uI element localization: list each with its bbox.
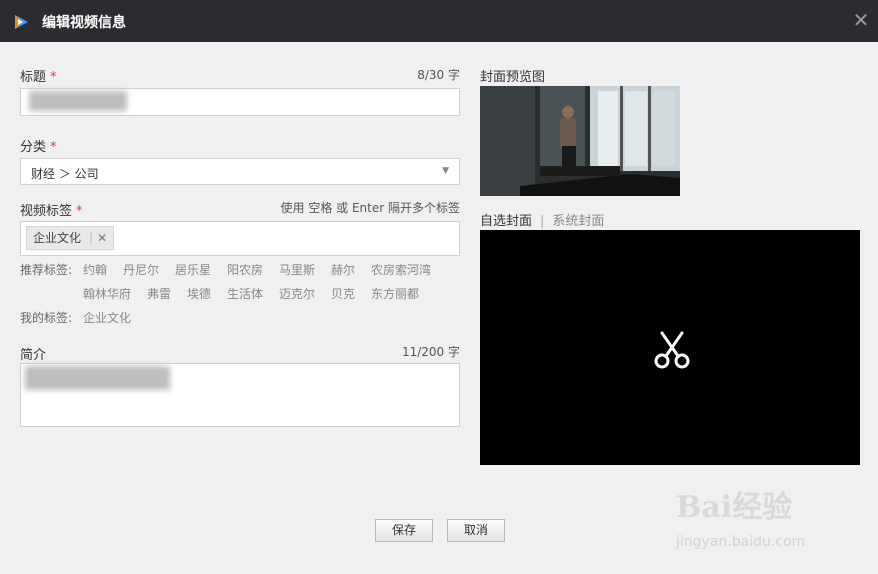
- recommended-tag[interactable]: 居乐星: [175, 261, 211, 278]
- title-bar: 编辑视频信息 ✕: [0, 0, 878, 42]
- recommended-tag[interactable]: 约翰: [83, 261, 107, 278]
- required-mark: *: [50, 140, 57, 155]
- recommended-tag[interactable]: 马里斯: [279, 261, 315, 278]
- tab-custom-cover[interactable]: 自选封面: [480, 214, 532, 229]
- title-char-count: 8/30 字: [417, 68, 460, 82]
- intro-char-count: 11/200 字: [401, 345, 460, 359]
- recommended-tag[interactable]: 农房索河湾: [371, 261, 431, 278]
- tab-separator: |: [540, 214, 545, 229]
- tags-hint: 使用 空格 或 Enter 隔开多个标签: [280, 201, 460, 215]
- tags-input[interactable]: 企业文化 | ✕: [20, 221, 460, 256]
- category-label: 分类 *: [20, 140, 57, 155]
- app-logo-icon: [15, 15, 28, 29]
- preview-label: 封面预览图: [480, 70, 546, 85]
- recommended-tag[interactable]: 埃德: [187, 285, 211, 302]
- recommended-tag[interactable]: 生活体: [227, 285, 263, 302]
- recommended-tag[interactable]: 弗雷: [147, 285, 171, 302]
- watermark-logo: Bai经验: [676, 490, 793, 525]
- save-button[interactable]: 保存: [375, 519, 433, 542]
- tag-chip: 企业文化 | ✕: [26, 226, 115, 250]
- dropdown-arrow-icon: ▼: [442, 166, 449, 176]
- recommended-tag[interactable]: 东方丽都: [371, 285, 419, 302]
- window-title: 编辑视频信息: [42, 15, 126, 31]
- recommended-tag[interactable]: 丹尼尔: [123, 261, 159, 278]
- cover-preview-illustration: [480, 86, 680, 196]
- close-icon: ✕: [852, 8, 870, 32]
- intro-textarea[interactable]: [20, 363, 460, 427]
- scissors-icon[interactable]: [652, 330, 692, 370]
- cover-tabs: 自选封面 | 系统封面: [480, 210, 604, 229]
- cover-preview-image: [480, 86, 680, 196]
- cancel-button[interactable]: 取消: [447, 519, 505, 542]
- tags-label: 视频标签 *: [20, 204, 83, 219]
- remove-tag-icon[interactable]: ✕: [97, 231, 107, 245]
- watermark-url: jingyan.baidu.com: [676, 534, 806, 550]
- recommended-tag[interactable]: 赫尔: [331, 261, 355, 278]
- required-mark: *: [50, 70, 57, 85]
- title-input[interactable]: [20, 88, 460, 116]
- tag-chip-label: 企业文化: [33, 231, 82, 245]
- category-value: 财经 ＞ 公司: [31, 167, 99, 181]
- recommended-tag[interactable]: 贝克: [331, 285, 355, 302]
- recommended-tag[interactable]: 迈克尔: [279, 285, 315, 302]
- cover-editor-area[interactable]: [480, 230, 860, 465]
- close-button[interactable]: ✕: [850, 9, 872, 31]
- title-label: 标题 *: [20, 70, 57, 85]
- my-tags-label: 我的标签:: [20, 311, 73, 325]
- watermark: Bai经验 jingyan.baidu.com: [676, 482, 866, 554]
- required-mark: *: [76, 204, 83, 219]
- recommended-tag[interactable]: 阳农房: [227, 261, 263, 278]
- tab-system-cover[interactable]: 系统封面: [552, 214, 604, 229]
- recommended-tags-label: 推荐标签:: [20, 263, 73, 277]
- recommended-tag[interactable]: 翰林华府: [83, 285, 131, 302]
- my-tag[interactable]: 企业文化: [83, 309, 131, 326]
- intro-label: 简介: [20, 348, 47, 363]
- blurred-title-text: [29, 91, 127, 111]
- category-select[interactable]: 财经 ＞ 公司 ▼: [20, 158, 460, 185]
- blurred-intro-text: [25, 366, 170, 390]
